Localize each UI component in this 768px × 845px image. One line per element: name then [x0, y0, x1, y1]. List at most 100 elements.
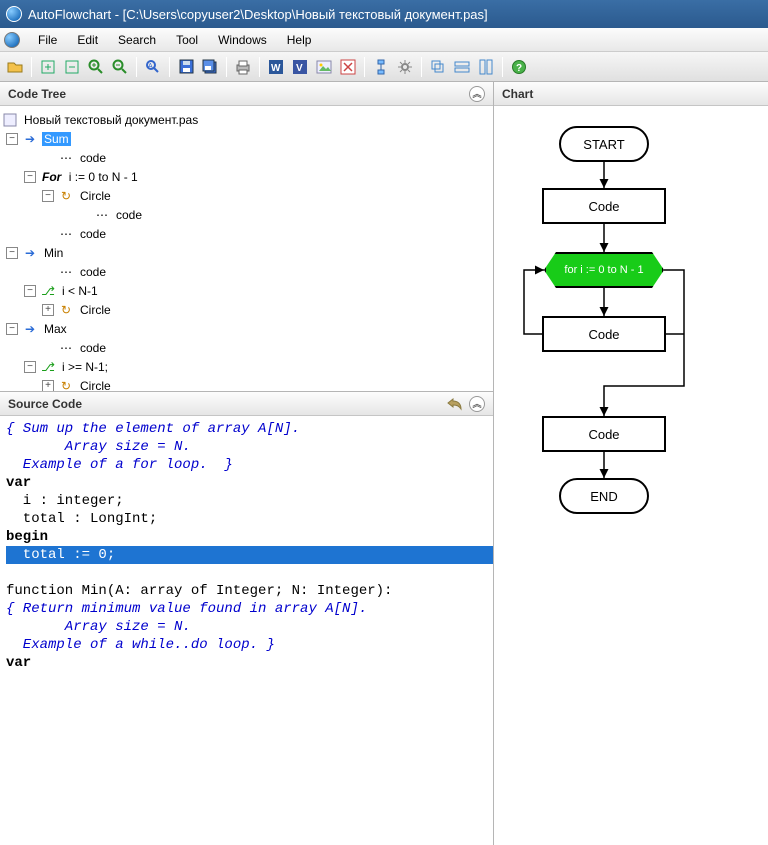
- tree-item-igen[interactable]: −⎇i >= N-1;: [2, 357, 491, 376]
- minus-icon[interactable]: −: [6, 133, 18, 145]
- separator: [502, 57, 503, 77]
- code-icon: ⋯: [58, 227, 74, 241]
- source-code-header: Source Code ︽: [0, 392, 493, 416]
- tree-item-max[interactable]: −➔Max: [2, 319, 491, 338]
- tree[interactable]: Новый текстовый документ.pas −➔Sum ⋯code…: [0, 106, 493, 392]
- chart-header: Chart: [494, 82, 768, 106]
- tree-item-sum[interactable]: −➔Sum: [2, 129, 491, 148]
- zoom-out-button[interactable]: [109, 56, 131, 78]
- tree-item-for[interactable]: −For i := 0 to N - 1: [2, 167, 491, 186]
- code-icon: ⋯: [58, 265, 74, 279]
- menu-file[interactable]: File: [28, 30, 67, 50]
- branch-icon: ⎇: [40, 360, 56, 374]
- menu-edit[interactable]: Edit: [67, 30, 108, 50]
- save-all-button[interactable]: [199, 56, 221, 78]
- minus-icon[interactable]: −: [6, 247, 18, 259]
- chart-canvas[interactable]: START Code for i := 0 to N - 1 Code Code…: [494, 106, 768, 845]
- flowchart: START Code for i := 0 to N - 1 Code Code…: [494, 106, 768, 136]
- menu-windows[interactable]: Windows: [208, 30, 277, 50]
- left-pane: Code Tree ︽ Новый текстовый документ.pas…: [0, 82, 494, 845]
- loop-icon: ↻: [58, 379, 74, 393]
- right-pane: Chart START Code for i := 0 to N - 1 Cod…: [494, 82, 768, 845]
- export-visio-button[interactable]: V: [289, 56, 311, 78]
- branch-icon: ⎇: [40, 284, 56, 298]
- chart-title: Chart: [502, 87, 533, 101]
- separator: [421, 57, 422, 77]
- code-tree-title: Code Tree: [8, 87, 66, 101]
- svg-text:?: ?: [516, 63, 522, 74]
- code-tree-panel: Code Tree ︽ Новый текстовый документ.pas…: [0, 82, 493, 392]
- tree-item-code[interactable]: ⋯code: [2, 224, 491, 243]
- fc-code3[interactable]: Code: [542, 416, 666, 452]
- help-button[interactable]: ?: [508, 56, 530, 78]
- svg-text:V: V: [296, 63, 303, 74]
- main-area: Code Tree ︽ Новый текстовый документ.pas…: [0, 82, 768, 845]
- zoom-in-button[interactable]: [85, 56, 107, 78]
- flowchart-button[interactable]: [370, 56, 392, 78]
- code-editor[interactable]: { Sum up the element of array A[N]. Arra…: [0, 416, 493, 845]
- collapse-all-button[interactable]: [61, 56, 83, 78]
- print-button[interactable]: [232, 56, 254, 78]
- source-code-title: Source Code: [8, 397, 82, 411]
- svg-text:W: W: [271, 63, 281, 74]
- code-icon: ⋯: [58, 341, 74, 355]
- tree-item-code[interactable]: ⋯code: [2, 338, 491, 357]
- arrow-icon: ➔: [22, 246, 38, 260]
- loop-icon: ↻: [58, 303, 74, 317]
- fc-code1[interactable]: Code: [542, 188, 666, 224]
- tree-item-iltn[interactable]: −⎇i < N-1: [2, 281, 491, 300]
- undo-icon[interactable]: [447, 396, 463, 412]
- separator: [31, 57, 32, 77]
- app-icon: [6, 6, 22, 22]
- separator: [136, 57, 137, 77]
- arrow-icon: ➔: [22, 132, 38, 146]
- separator: [364, 57, 365, 77]
- tree-item-circle[interactable]: +↻Circle: [2, 300, 491, 319]
- settings-button[interactable]: [394, 56, 416, 78]
- tree-item-code[interactable]: ⋯code: [2, 148, 491, 167]
- minus-icon[interactable]: −: [42, 190, 54, 202]
- menubar: File Edit Search Tool Windows Help: [0, 28, 768, 52]
- minus-icon[interactable]: −: [24, 285, 36, 297]
- layout-tile-h-button[interactable]: [451, 56, 473, 78]
- titlebar: AutoFlowchart - [C:\Users\copyuser2\Desk…: [0, 0, 768, 28]
- menu-search[interactable]: Search: [108, 30, 166, 50]
- file-icon: [2, 113, 18, 127]
- document-icon: [4, 32, 20, 48]
- fc-end[interactable]: END: [559, 478, 649, 514]
- menu-help[interactable]: Help: [277, 30, 322, 50]
- tree-item-circle[interactable]: −↻Circle: [2, 186, 491, 205]
- open-button[interactable]: [4, 56, 26, 78]
- find-button[interactable]: A: [142, 56, 164, 78]
- tree-item-code[interactable]: ⋯code: [2, 262, 491, 281]
- expand-all-button[interactable]: [37, 56, 59, 78]
- tree-root[interactable]: Новый текстовый документ.pas: [2, 110, 491, 129]
- minus-icon[interactable]: −: [6, 323, 18, 335]
- layout-cascade-button[interactable]: [427, 56, 449, 78]
- source-code-panel: Source Code ︽ { Sum up the element of ar…: [0, 392, 493, 845]
- loop-icon: ↻: [58, 189, 74, 203]
- fc-loop[interactable]: for i := 0 to N - 1: [544, 252, 664, 288]
- minus-icon[interactable]: −: [24, 361, 36, 373]
- separator: [226, 57, 227, 77]
- tree-item-min[interactable]: −➔Min: [2, 243, 491, 262]
- collapse-icon[interactable]: ︽: [469, 396, 485, 412]
- tree-item-circle[interactable]: +↻Circle: [2, 376, 491, 392]
- export-svg-button[interactable]: [337, 56, 359, 78]
- plus-icon[interactable]: +: [42, 380, 54, 392]
- toolbar: A W V ?: [0, 52, 768, 82]
- tree-item-code[interactable]: ⋯code: [2, 205, 491, 224]
- fc-start[interactable]: START: [559, 126, 649, 162]
- code-tree-header: Code Tree ︽: [0, 82, 493, 106]
- menu-tool[interactable]: Tool: [166, 30, 208, 50]
- plus-icon[interactable]: +: [42, 304, 54, 316]
- separator: [259, 57, 260, 77]
- collapse-icon[interactable]: ︽: [469, 86, 485, 102]
- fc-code2[interactable]: Code: [542, 316, 666, 352]
- layout-tile-v-button[interactable]: [475, 56, 497, 78]
- export-word-button[interactable]: W: [265, 56, 287, 78]
- code-icon: ⋯: [94, 208, 110, 222]
- save-button[interactable]: [175, 56, 197, 78]
- export-image-button[interactable]: [313, 56, 335, 78]
- minus-icon[interactable]: −: [24, 171, 36, 183]
